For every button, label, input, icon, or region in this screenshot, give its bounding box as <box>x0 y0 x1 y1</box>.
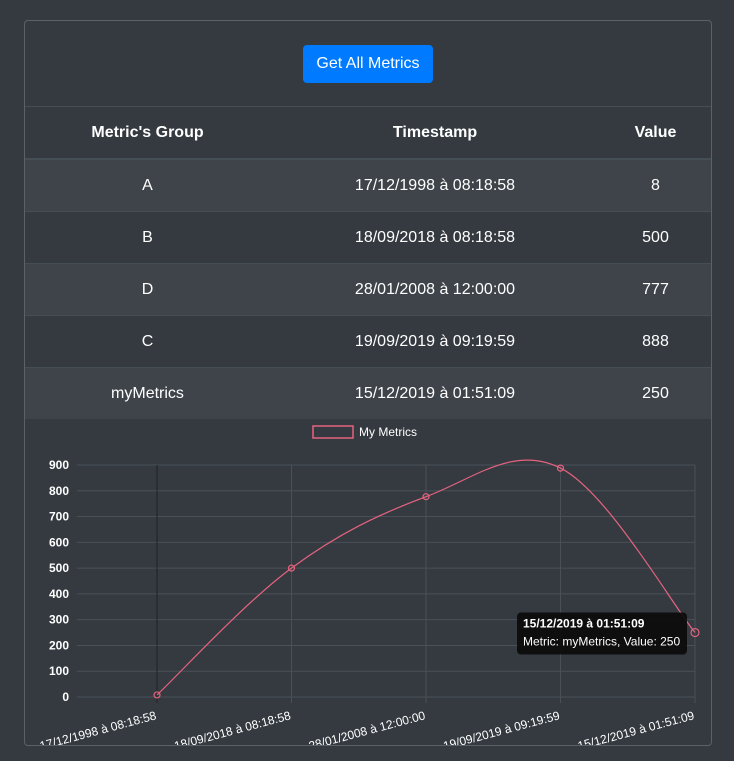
cell-value: 250 <box>600 367 711 419</box>
cell-value: 777 <box>600 263 711 316</box>
get-all-metrics-button[interactable]: Get All Metrics <box>303 44 433 83</box>
y-tick-label: 300 <box>49 613 69 627</box>
cell-timestamp: 28/01/2008 à 12:00:00 <box>270 263 600 316</box>
cell-group: B <box>25 211 270 264</box>
cell-value: 8 <box>600 158 711 212</box>
x-tick-label: 17/12/1998 à 08:18:58 <box>38 708 158 746</box>
x-tick-label: 28/01/2008 à 12:00:00 <box>307 708 427 746</box>
y-tick-label: 700 <box>49 510 69 524</box>
y-tick-label: 500 <box>49 561 69 575</box>
cell-group: myMetrics <box>25 367 270 419</box>
cell-value: 500 <box>600 211 711 264</box>
x-tick-label: 19/09/2019 à 09:19:59 <box>442 708 562 746</box>
table-row[interactable]: D 28/01/2008 à 12:00:00 777 <box>25 263 711 316</box>
cell-group: A <box>25 158 270 212</box>
cell-timestamp: 17/12/1998 à 08:18:58 <box>270 158 600 212</box>
cell-timestamp: 19/09/2019 à 09:19:59 <box>270 315 600 368</box>
column-header-group[interactable]: Metric's Group <box>25 107 270 160</box>
table-header-row: Metric's Group Timestamp Value <box>25 107 711 160</box>
y-tick-label: 900 <box>49 458 69 472</box>
cell-timestamp: 18/09/2018 à 08:18:58 <box>270 211 600 264</box>
cell-value: 888 <box>600 315 711 368</box>
legend-swatch[interactable] <box>312 425 354 439</box>
y-tick-label: 200 <box>49 638 69 652</box>
table-row[interactable]: C 19/09/2019 à 09:19:59 888 <box>25 315 711 368</box>
y-tick-label: 100 <box>49 664 69 678</box>
tooltip-body: Metric: myMetrics, Value: 250 <box>523 635 680 649</box>
column-header-value[interactable]: Value <box>600 107 711 160</box>
table-row[interactable]: B 18/09/2018 à 08:18:58 500 <box>25 211 711 264</box>
column-header-timestamp[interactable]: Timestamp <box>270 107 600 160</box>
y-tick-label: 400 <box>49 587 69 601</box>
cell-timestamp: 15/12/2019 à 01:51:09 <box>270 367 600 419</box>
metrics-table: Metric's Group Timestamp Value A 17/12/1… <box>25 107 711 419</box>
x-tick-label: 18/09/2018 à 08:18:58 <box>173 708 293 746</box>
y-tick-label: 600 <box>49 535 69 549</box>
cell-group: C <box>25 315 270 368</box>
legend-label[interactable]: My Metrics <box>359 425 417 439</box>
metrics-chart-area: 0 100 200 300 400 500 600 700 800 900 17/12/1998 à… <box>25 419 711 746</box>
x-tick-label: 15/12/2019 à 01:51:09 <box>576 708 696 746</box>
y-tick-label: 0 <box>62 690 69 704</box>
y-tick-label: 800 <box>49 484 69 498</box>
metrics-line-chart[interactable]: 0 100 200 300 400 500 600 700 800 900 17/12/1998 à… <box>25 419 711 746</box>
cell-group: D <box>25 263 270 316</box>
table-row[interactable]: myMetrics 15/12/2019 à 01:51:09 250 <box>25 367 711 419</box>
tooltip-title: 15/12/2019 à 01:51:09 <box>523 617 645 631</box>
metrics-card: Get All Metrics Metric's Group Timestamp… <box>24 20 712 746</box>
table-row[interactable]: A 17/12/1998 à 08:18:58 8 <box>25 158 711 212</box>
toolbar: Get All Metrics <box>25 21 711 107</box>
